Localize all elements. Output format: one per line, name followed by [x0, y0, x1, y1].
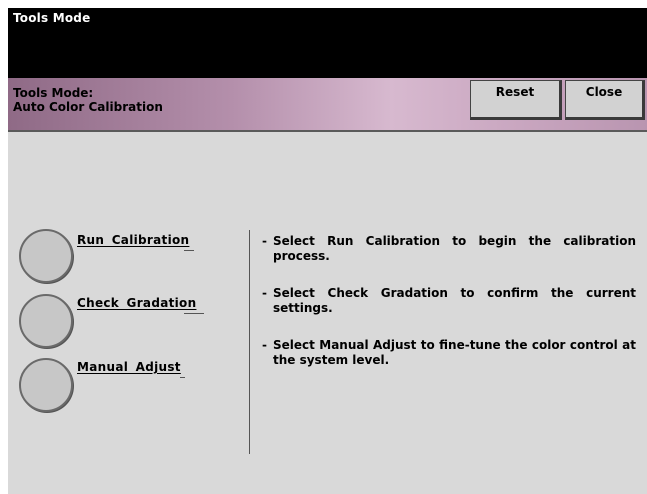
bullet-dash: - — [262, 286, 267, 300]
manual-adjust-button[interactable] — [19, 358, 73, 412]
run-calibration-underline — [184, 250, 194, 251]
check-gradation-button[interactable] — [19, 294, 73, 348]
instruction-text: Select Check Gradation to confirm the cu… — [273, 286, 636, 315]
bullet-dash: - — [262, 338, 267, 352]
run-calibration-button[interactable] — [19, 229, 73, 283]
close-button[interactable]: Close — [565, 80, 645, 120]
screen-header: Tools Mode: Auto Color Calibration Reset… — [8, 78, 647, 132]
check-gradation-label[interactable]: Check Gradation — [77, 296, 196, 310]
manual-adjust-underline — [180, 377, 185, 378]
top-bar: Tools Mode — [8, 8, 647, 78]
manual-adjust-label[interactable]: Manual Adjust — [77, 360, 181, 374]
reset-button[interactable]: Reset — [470, 80, 562, 120]
header-title-line2: Auto Color Calibration — [13, 100, 163, 114]
vertical-divider — [249, 230, 250, 454]
instruction-text: Select Manual Adjust to fine-tune the co… — [273, 338, 636, 367]
check-gradation-underline — [184, 313, 204, 314]
instruction-item: - Select Check Gradation to confirm the … — [262, 286, 636, 316]
run-calibration-label[interactable]: Run Calibration — [77, 233, 189, 247]
instruction-item: - Select Manual Adjust to fine-tune the … — [262, 338, 636, 368]
bullet-dash: - — [262, 234, 267, 248]
tools-mode-screen: Tools Mode Tools Mode: Auto Color Calibr… — [8, 8, 647, 494]
instruction-item: - Select Run Calibration to begin the ca… — [262, 234, 636, 264]
instruction-text: Select Run Calibration to begin the cali… — [273, 234, 636, 263]
header-title-line1: Tools Mode: — [13, 86, 94, 100]
window-title: Tools Mode — [13, 11, 91, 25]
